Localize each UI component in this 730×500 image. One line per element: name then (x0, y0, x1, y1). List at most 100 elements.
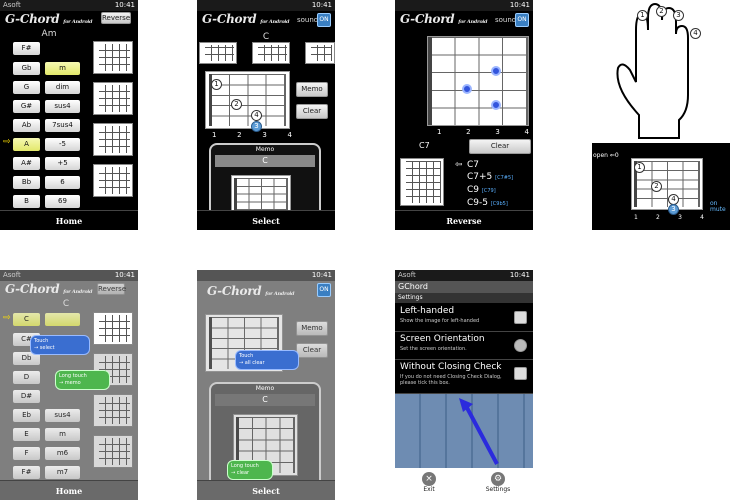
fret-numbers: 1 2 3 4 (212, 131, 292, 139)
type-item[interactable]: -5 (45, 138, 80, 151)
result-item[interactable]: C7+5 [C7#5] (467, 171, 513, 184)
setting-title: Without Closing Check (400, 362, 502, 372)
chord-thumbnail[interactable] (305, 42, 335, 64)
key-item[interactable]: D (13, 371, 40, 384)
reverse-button[interactable]: Reverse (101, 12, 131, 24)
chord-thumbnail[interactable] (93, 82, 133, 115)
key-item-selected[interactable]: C (13, 313, 40, 326)
long-touch-hint: Long touch → clear (227, 460, 273, 480)
nav-reverse[interactable]: Reverse (395, 210, 533, 230)
chord-thumbnail[interactable] (93, 164, 133, 197)
status-bar: 10:41 (197, 0, 335, 11)
memo-button[interactable]: Memo (296, 82, 328, 97)
type-item[interactable]: sus4 (45, 100, 80, 113)
key-item[interactable]: F# (13, 42, 40, 55)
fret-number: 3 (678, 214, 682, 221)
setting-title: Left-handed (400, 306, 455, 316)
mute-text: mute (710, 206, 726, 213)
type-item[interactable]: sus4 (45, 409, 80, 422)
result-item[interactable]: C9 [C79] (467, 184, 513, 197)
app-logo: G-Chord for Android (202, 12, 289, 26)
exit-menu-item[interactable]: × Exit (419, 472, 439, 493)
key-item[interactable]: Eb (13, 409, 40, 422)
on-mute-label: on mute (710, 201, 726, 213)
key-item[interactable]: Bb (13, 176, 40, 189)
chord-thumbnail[interactable] (252, 42, 290, 64)
nav-home[interactable]: Home (0, 210, 138, 230)
reverse-fretboard[interactable] (427, 36, 529, 126)
result-item[interactable]: C7 (467, 159, 513, 171)
app-title: GChord (395, 281, 533, 293)
carrier: Asoft (3, 271, 21, 279)
screenshot-settings: Asoft 10:41 GChord Settings Left-handed S… (395, 270, 533, 500)
chevron-down-icon[interactable] (514, 339, 527, 352)
clock: 10:41 (311, 1, 332, 9)
touch-hint: Touch → select (30, 335, 90, 355)
result-chord: C7 (419, 141, 430, 150)
key-item[interactable]: A# (13, 157, 40, 170)
key-item[interactable]: G (13, 81, 40, 94)
long-hint-title: Long touch (59, 373, 87, 379)
key-item[interactable]: G# (13, 100, 40, 113)
finger-3: 4 (251, 110, 262, 121)
key-item[interactable]: E (13, 428, 40, 441)
logo-sub: for Android (260, 19, 290, 25)
clear-button[interactable]: Clear (296, 104, 328, 119)
sound-toggle[interactable]: ON (317, 13, 331, 27)
chord-thumbnail[interactable] (199, 42, 237, 64)
type-item[interactable]: dim (45, 81, 80, 94)
logo-text: G-Chord (5, 12, 60, 26)
type-item[interactable]: m6 (45, 447, 80, 460)
setting-left-handed[interactable]: Left-handed Show the image for left-hand… (395, 304, 533, 332)
key-item[interactable]: F# (13, 466, 40, 479)
type-item-selected[interactable]: m (45, 62, 80, 75)
key-item[interactable]: Gb (13, 62, 40, 75)
key-item-selected[interactable]: A (13, 138, 40, 151)
setting-desc: Show the image for left-handed (400, 318, 480, 324)
result-item[interactable]: C9-5 [C9b5] (467, 197, 513, 210)
exit-label: Exit (423, 486, 435, 493)
closing-check-checkbox[interactable] (514, 367, 527, 380)
key-item[interactable]: F (13, 447, 40, 460)
nav-select[interactable]: Select (197, 210, 335, 230)
options-menu: × Exit ⚙ Settings (395, 468, 533, 500)
clear-button[interactable]: Clear (469, 139, 531, 154)
carrier: Asoft (398, 271, 416, 279)
screenshot-chord-list: Asoft 10:41 G-Chord for Android Reverse A… (0, 0, 138, 230)
key-item[interactable]: Ab (13, 119, 40, 132)
fret-number: 3 (262, 131, 267, 139)
key-item[interactable]: B (13, 195, 40, 208)
chord-thumbnail[interactable] (93, 123, 133, 156)
setting-screen-orientation[interactable]: Screen Orientation Set the screen orient… (395, 332, 533, 360)
settings-menu-item[interactable]: ⚙ Settings (483, 472, 513, 493)
nav-home[interactable]: Home (0, 480, 138, 500)
type-item-selected[interactable] (45, 313, 80, 326)
type-item[interactable]: 6 (45, 176, 80, 189)
reverse-button[interactable]: Reverse (97, 283, 126, 295)
type-item[interactable]: +5 (45, 157, 80, 170)
sound-toggle[interactable]: ON (515, 13, 529, 27)
open-mute-legend: open ⇐0 1 2 4 3 1 2 3 4 on mute (592, 143, 730, 230)
chord-thumbnail[interactable] (93, 435, 133, 468)
left-handed-checkbox[interactable] (514, 311, 527, 324)
sound-label: sound (297, 16, 319, 24)
type-item[interactable]: m (45, 428, 80, 441)
chord-thumbnail[interactable] (93, 41, 133, 74)
touch-hint-sub: → all clear (239, 360, 265, 366)
nav-select[interactable]: Select (197, 480, 335, 500)
app-logo: G-Chord for Android (5, 12, 92, 26)
key-item[interactable]: D# (13, 390, 40, 403)
type-item[interactable]: 69 (45, 195, 80, 208)
chord-thumbnail[interactable] (93, 394, 133, 427)
setting-without-closing-check[interactable]: Without Closing Check If you do not need… (395, 360, 533, 394)
logo-text: G-Chord (400, 12, 455, 26)
touch-hint-title: Touch (34, 338, 49, 344)
memo-button[interactable]: Memo (296, 321, 328, 336)
type-item[interactable]: 7sus4 (45, 119, 80, 132)
sound-toggle[interactable]: ON (317, 283, 331, 297)
selected-arrow-icon: ⇨ (3, 313, 11, 323)
chord-thumbnail[interactable] (93, 312, 133, 345)
clear-button[interactable]: Clear (296, 343, 328, 358)
result-name: C7+5 (467, 172, 493, 182)
type-item[interactable]: m7 (45, 466, 80, 479)
